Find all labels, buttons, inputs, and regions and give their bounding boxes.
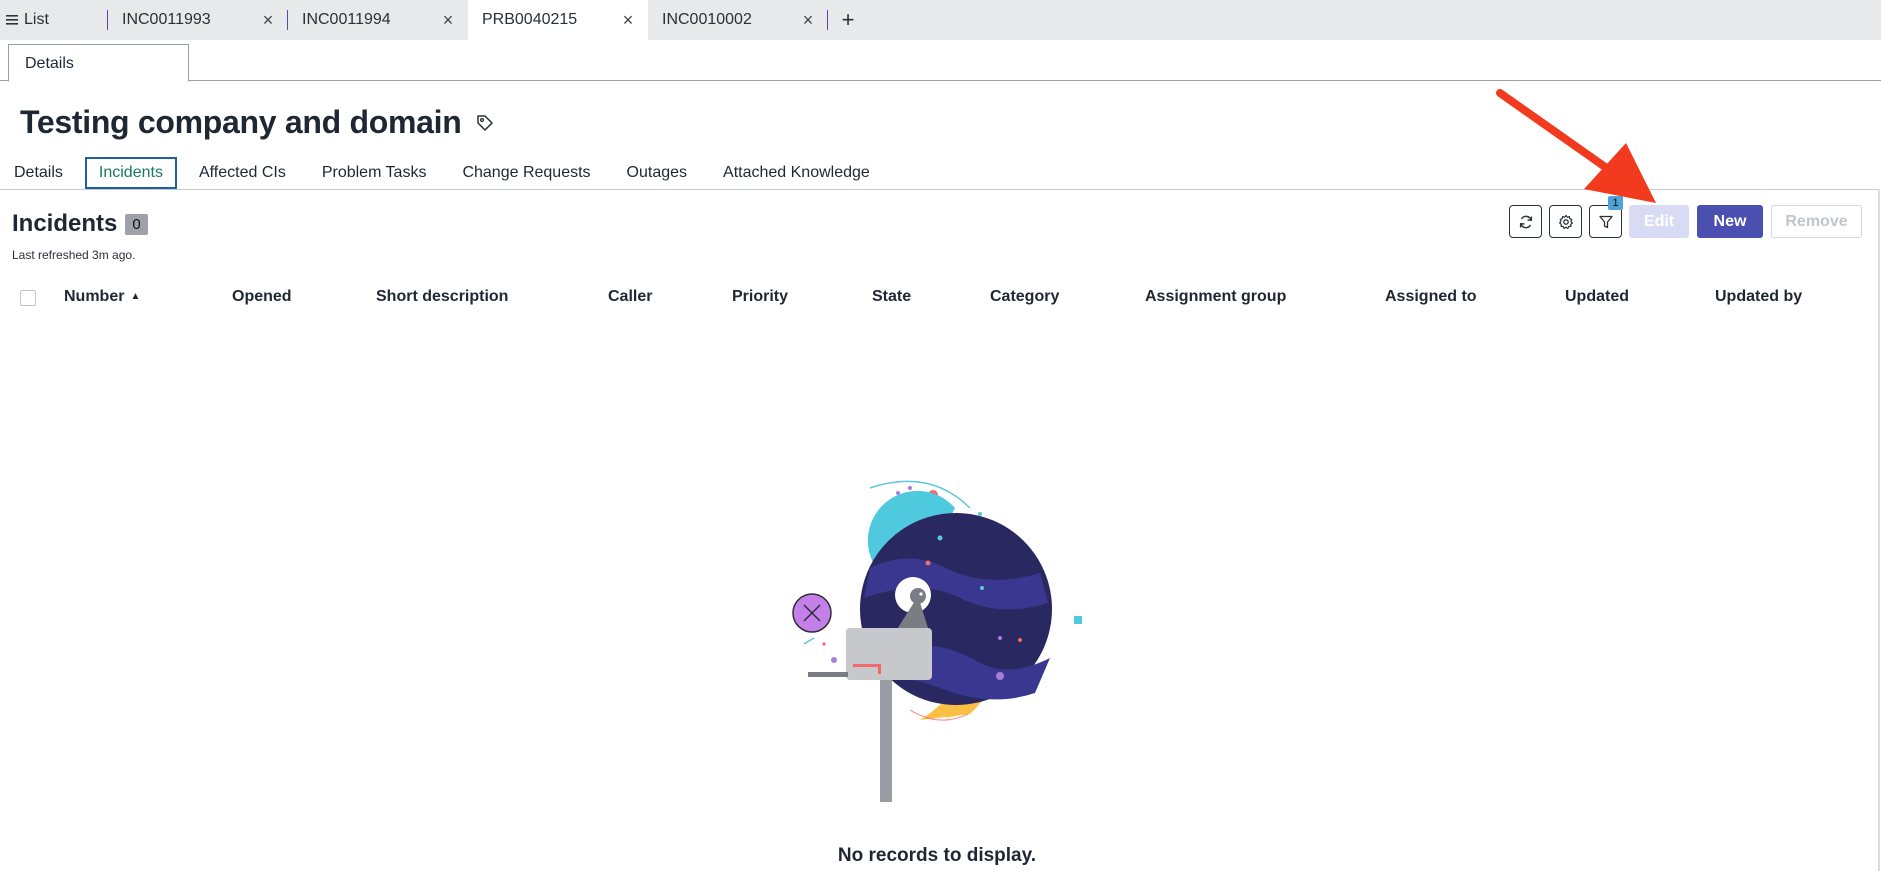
remove-button[interactable]: Remove — [1771, 205, 1862, 238]
tab-change-requests[interactable]: Change Requests — [448, 157, 604, 189]
tab-label: INC0011994 — [302, 11, 391, 28]
tab-prb0040215[interactable]: PRB0040215 × — [468, 0, 648, 40]
record-header: Testing company and domain — [20, 104, 495, 141]
filter-icon — [1598, 215, 1613, 228]
empty-state-illustration — [792, 480, 1082, 802]
tab-outages[interactable]: Outages — [613, 157, 701, 189]
column-number[interactable]: Number ▲ — [64, 288, 140, 306]
related-list-title: Incidents — [12, 210, 118, 237]
column-assigned-to[interactable]: Assigned to — [1385, 288, 1477, 306]
tab-list[interactable]: List — [0, 0, 108, 40]
tab-incidents[interactable]: Incidents — [84, 157, 177, 189]
close-icon[interactable]: × — [260, 10, 276, 31]
related-list-tabs: Details Incidents Affected CIs Problem T… — [0, 156, 892, 190]
tab-problem-tasks[interactable]: Problem Tasks — [308, 157, 441, 189]
close-icon[interactable]: × — [800, 10, 816, 31]
page-title: Testing company and domain — [20, 104, 462, 140]
column-category[interactable]: Category — [990, 288, 1059, 306]
record-count-badge: 0 — [125, 213, 148, 235]
tab-affected-cis[interactable]: Affected CIs — [185, 157, 300, 189]
sort-ascending-icon: ▲ — [130, 291, 141, 302]
sub-tab-bar: Details — [0, 40, 1881, 82]
column-assignment-group[interactable]: Assignment group — [1145, 288, 1286, 306]
column-label: Number — [64, 288, 125, 305]
column-state[interactable]: State — [872, 288, 911, 306]
tab-label: INC0011993 — [122, 11, 211, 28]
tab-label: INC0010002 — [662, 11, 752, 28]
tab-inc0010002[interactable]: INC0010002 × — [648, 0, 828, 40]
tab-label: PRB0040215 — [482, 11, 578, 28]
tab-details[interactable]: Details — [0, 157, 77, 189]
tab-attached-knowledge[interactable]: Attached Knowledge — [709, 157, 884, 189]
tag-icon[interactable] — [475, 113, 495, 133]
new-button[interactable]: New — [1697, 205, 1763, 238]
gear-icon — [1558, 214, 1573, 229]
column-opened[interactable]: Opened — [232, 288, 292, 306]
list-icon — [6, 15, 18, 25]
annotation-arrow — [1496, 89, 1656, 203]
close-icon[interactable]: × — [620, 10, 636, 31]
column-short-description[interactable]: Short description — [376, 288, 508, 306]
close-icon[interactable]: × — [440, 10, 456, 31]
tab-inc0011994[interactable]: INC0011994 × — [288, 0, 468, 40]
refresh-icon — [1519, 215, 1532, 228]
select-all-checkbox[interactable] — [20, 290, 36, 306]
tab-inc0011993[interactable]: INC0011993 × — [108, 0, 288, 40]
column-caller[interactable]: Caller — [608, 288, 652, 306]
tab-details-form[interactable]: Details — [8, 44, 189, 82]
plus-icon[interactable]: + — [828, 0, 868, 40]
column-updated-by[interactable]: Updated by — [1715, 288, 1802, 306]
last-refreshed-text: Last refreshed 3m ago. — [12, 248, 136, 262]
workspace-tab-bar: List INC0011993 × INC0011994 × PRB004021… — [0, 0, 1881, 40]
tab-list-label: List — [24, 11, 49, 28]
column-updated[interactable]: Updated — [1565, 288, 1629, 306]
column-priority[interactable]: Priority — [732, 288, 788, 306]
related-list-header: Incidents 0 — [12, 210, 148, 238]
table-header: Number ▲ Opened Short description Caller … — [0, 286, 1881, 310]
empty-state-message: No records to display. — [837, 845, 1037, 866]
